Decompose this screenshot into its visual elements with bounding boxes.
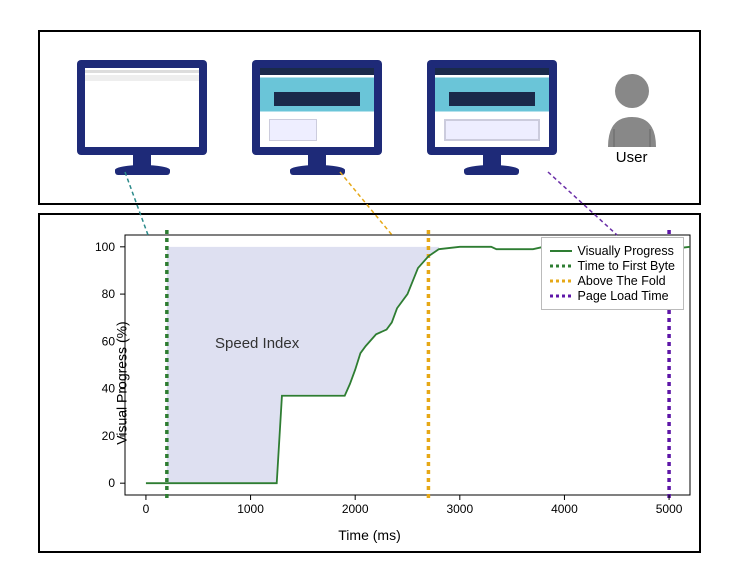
- svg-text:80: 80: [102, 287, 116, 301]
- svg-text:2000: 2000: [342, 502, 369, 516]
- legend-item: Time to First Byte: [550, 259, 675, 273]
- legend-label: Page Load Time: [578, 289, 669, 303]
- x-axis-label: Time (ms): [338, 527, 400, 543]
- legend-item: Visually Progress: [550, 244, 675, 258]
- monitor-full: [427, 60, 557, 175]
- user-label: User: [616, 149, 648, 166]
- speed-index-annotation: Speed Index: [215, 335, 299, 352]
- legend-item: Above The Fold: [550, 274, 675, 288]
- monitor-blank: [77, 60, 207, 175]
- legend-label: Above The Fold: [578, 274, 666, 288]
- monitor-partial: [252, 60, 382, 175]
- svg-text:1000: 1000: [237, 502, 264, 516]
- svg-text:5000: 5000: [656, 502, 683, 516]
- svg-text:60: 60: [102, 334, 116, 348]
- svg-text:100: 100: [95, 240, 115, 254]
- svg-text:20: 20: [102, 429, 116, 443]
- svg-text:0: 0: [143, 502, 150, 516]
- legend: Visually Progress Time to First Byte Abo…: [541, 237, 684, 310]
- chart-panel: Visual Progress (%) Time (ms) Visually P…: [38, 213, 701, 553]
- legend-label: Time to First Byte: [578, 259, 675, 273]
- svg-text:40: 40: [102, 382, 116, 396]
- svg-text:4000: 4000: [551, 502, 578, 516]
- monitors-panel: User: [38, 30, 701, 205]
- legend-item: Page Load Time: [550, 289, 675, 303]
- svg-text:3000: 3000: [446, 502, 473, 516]
- user-icon: User: [602, 69, 662, 166]
- svg-text:0: 0: [108, 476, 115, 490]
- legend-label: Visually Progress: [578, 244, 674, 258]
